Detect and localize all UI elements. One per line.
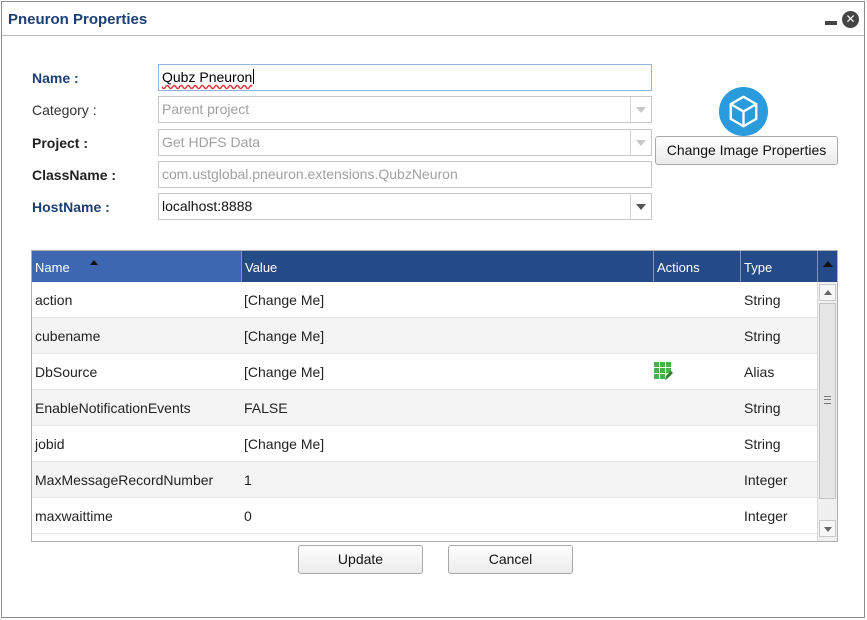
change-image-properties-button[interactable]: Change Image Properties xyxy=(655,136,838,165)
column-header-name[interactable]: Name xyxy=(32,251,242,282)
row-type: String xyxy=(744,400,781,416)
cube-icon[interactable] xyxy=(718,86,769,137)
minimize-icon[interactable] xyxy=(824,11,838,27)
category-select-value: Parent project xyxy=(162,101,250,117)
column-header-type[interactable]: Type xyxy=(741,251,817,282)
row-type: String xyxy=(744,328,781,344)
table-row[interactable]: cubename [Change Me] String xyxy=(32,318,817,354)
scroll-up-icon[interactable] xyxy=(819,284,836,301)
row-value[interactable]: [Change Me] xyxy=(244,436,324,452)
row-type: String xyxy=(744,436,781,452)
scrollbar-thumb[interactable] xyxy=(819,303,836,499)
name-label: Name : xyxy=(32,70,79,86)
hostname-select-value: localhost:8888 xyxy=(162,198,253,214)
row-type: Alias xyxy=(744,364,775,380)
column-header-type-label: Type xyxy=(744,260,773,275)
properties-dialog: Pneuron Properties ✕ Name : Category : P… xyxy=(1,1,865,618)
category-select[interactable]: Parent project xyxy=(158,96,652,123)
row-value[interactable]: [Change Me] xyxy=(244,328,324,344)
hostname-select[interactable]: localhost:8888 xyxy=(158,193,652,220)
row-name: EnableNotificationEvents xyxy=(35,400,191,416)
classname-input-value: com.ustglobal.pneuron.extensions.QubzNeu… xyxy=(162,166,458,182)
project-label: Project : xyxy=(32,135,89,151)
row-name: jobid xyxy=(35,436,65,452)
grid-header: Name Value Actions Type xyxy=(32,251,837,282)
classname-label: ClassName : xyxy=(32,167,117,183)
row-type: Integer xyxy=(744,472,788,488)
name-input-value: Qubz Pneuron xyxy=(162,69,253,85)
dialog-titlebar: Pneuron Properties ✕ xyxy=(2,2,864,36)
row-name: DbSource xyxy=(35,364,98,380)
row-value[interactable]: 1 xyxy=(244,472,252,488)
classname-input[interactable]: com.ustglobal.pneuron.extensions.QubzNeu… xyxy=(158,161,652,188)
column-header-value[interactable]: Value xyxy=(242,251,654,282)
column-menu-button[interactable] xyxy=(817,251,837,282)
grid-scrollbar[interactable] xyxy=(817,282,837,541)
hostname-label: HostName : xyxy=(32,199,110,215)
row-name: MaxMessageRecordNumber xyxy=(35,472,214,488)
column-header-actions[interactable]: Actions xyxy=(654,251,741,282)
category-label: Category : xyxy=(32,102,97,118)
scroll-down-icon[interactable] xyxy=(819,520,836,537)
row-type: String xyxy=(744,292,781,308)
close-icon[interactable]: ✕ xyxy=(842,11,859,28)
row-name: maxwaittime xyxy=(35,508,113,524)
row-value[interactable]: FALSE xyxy=(244,400,288,416)
column-header-value-label: Value xyxy=(245,260,278,275)
grip-icon xyxy=(824,396,831,404)
row-name: action xyxy=(35,292,73,308)
cancel-button[interactable]: Cancel xyxy=(448,545,573,574)
table-row[interactable]: maxwaittime 0 Integer xyxy=(32,498,817,534)
row-value[interactable]: [Change Me] xyxy=(244,364,324,380)
table-row[interactable]: EnableNotificationEvents FALSE String xyxy=(32,390,817,426)
row-value[interactable]: 0 xyxy=(244,508,252,524)
project-select[interactable]: Get HDFS Data xyxy=(158,129,652,156)
row-value[interactable]: [Change Me] xyxy=(244,292,324,308)
grid-edit-icon[interactable] xyxy=(654,362,673,381)
column-header-actions-label: Actions xyxy=(657,260,700,275)
grid-rows: action [Change Me] String cubename [Chan… xyxy=(32,282,817,534)
properties-grid: Name Value Actions Type action [Change M… xyxy=(31,250,838,542)
chevron-down-icon[interactable] xyxy=(630,130,651,155)
table-row[interactable]: action [Change Me] String xyxy=(32,282,817,318)
text-cursor xyxy=(253,69,255,84)
column-header-name-label: Name xyxy=(35,260,70,275)
table-row[interactable]: MaxMessageRecordNumber 1 Integer xyxy=(32,462,817,498)
project-select-value: Get HDFS Data xyxy=(162,134,261,150)
chevron-down-icon[interactable] xyxy=(630,194,651,219)
row-type: Integer xyxy=(744,508,788,524)
update-button[interactable]: Update xyxy=(298,545,423,574)
sort-ascending-icon xyxy=(90,260,98,265)
dialog-title: Pneuron Properties xyxy=(8,11,148,28)
row-name: cubename xyxy=(35,328,101,344)
chevron-down-icon[interactable] xyxy=(630,97,651,122)
table-row[interactable]: DbSource [Change Me] Alias xyxy=(32,354,817,390)
table-row[interactable]: jobid [Change Me] String xyxy=(32,426,817,462)
name-input[interactable]: Qubz Pneuron xyxy=(158,64,652,91)
